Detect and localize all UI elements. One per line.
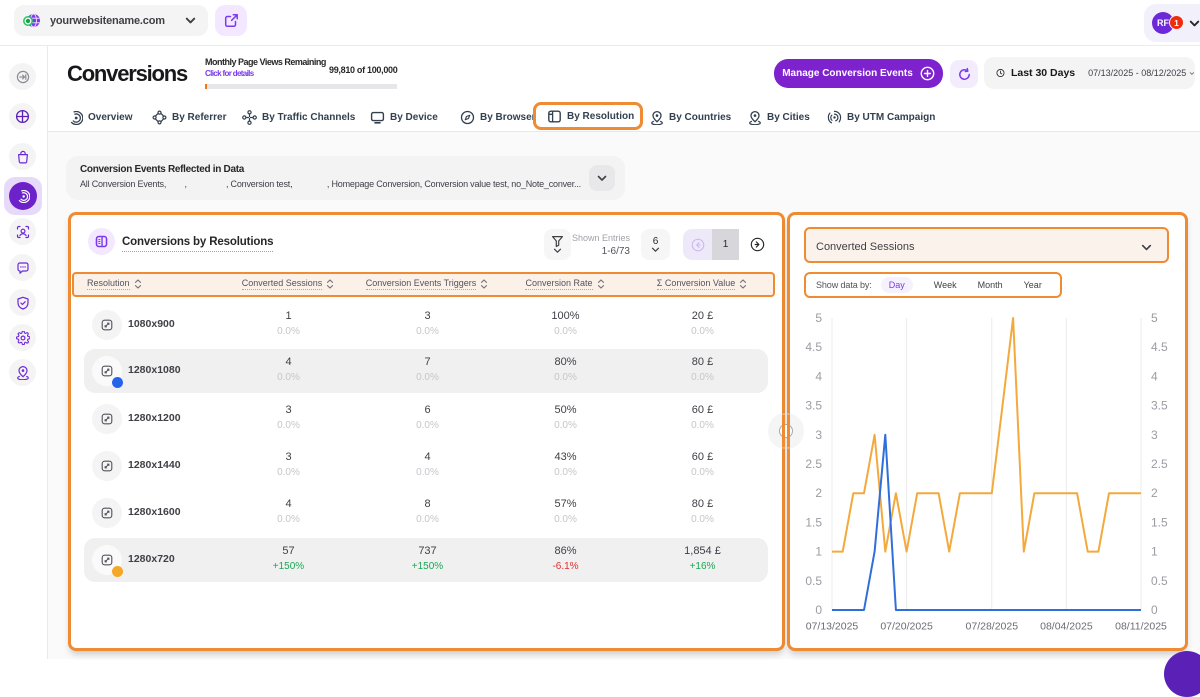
svg-text:1: 1: [815, 545, 822, 559]
svg-text:3: 3: [1151, 428, 1158, 442]
svg-text:07/20/2025: 07/20/2025: [880, 621, 933, 633]
svg-text:07/28/2025: 07/28/2025: [966, 621, 1019, 633]
svg-text:5: 5: [815, 311, 822, 325]
svg-text:2.5: 2.5: [1151, 457, 1168, 471]
svg-text:5: 5: [1151, 311, 1158, 325]
svg-text:2: 2: [815, 486, 822, 500]
svg-text:0: 0: [1151, 603, 1158, 617]
svg-text:07/13/2025: 07/13/2025: [806, 621, 859, 633]
svg-text:08/04/2025: 08/04/2025: [1040, 621, 1093, 633]
svg-text:0: 0: [815, 603, 822, 617]
svg-text:4: 4: [815, 369, 822, 383]
svg-text:1: 1: [1151, 545, 1158, 559]
svg-text:3.5: 3.5: [1151, 399, 1168, 413]
svg-text:4.5: 4.5: [805, 340, 822, 354]
svg-text:4: 4: [1151, 369, 1158, 383]
svg-text:1.5: 1.5: [1151, 515, 1168, 529]
svg-text:08/11/2025: 08/11/2025: [1115, 621, 1167, 633]
svg-text:4.5: 4.5: [1151, 340, 1168, 354]
svg-text:3: 3: [815, 428, 822, 442]
svg-text:0.5: 0.5: [805, 574, 822, 588]
svg-text:0.5: 0.5: [1151, 574, 1168, 588]
svg-text:2: 2: [1151, 486, 1158, 500]
svg-text:3.5: 3.5: [805, 399, 822, 413]
svg-text:2.5: 2.5: [805, 457, 822, 471]
svg-text:1.5: 1.5: [805, 515, 822, 529]
